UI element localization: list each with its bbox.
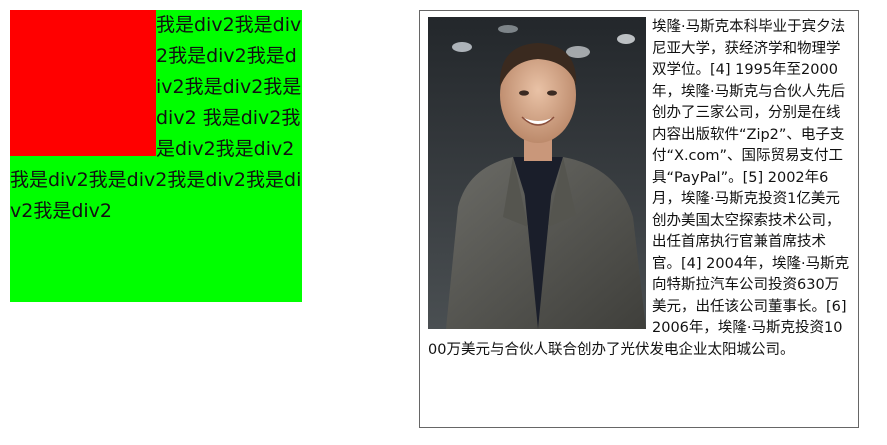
floated-red-box (10, 10, 156, 156)
portrait-image (428, 17, 646, 329)
article-card: 埃隆·马斯克本科毕业于宾夕法尼亚大学，获经济学和物理学双学位。[4] 1995年… (419, 10, 859, 428)
float-demo-container: 我是div2我是div2我是div2我是div2我是div2我是div2 我是d… (10, 10, 302, 302)
